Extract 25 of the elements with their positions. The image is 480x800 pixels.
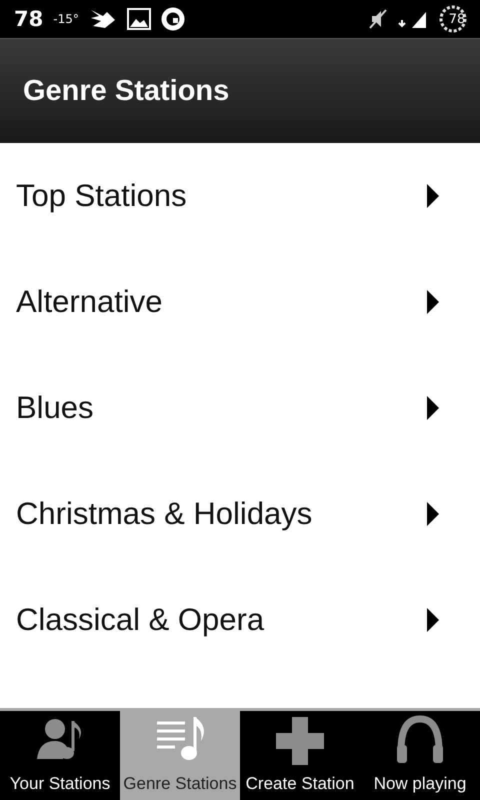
nav-tab[interactable]: Genre Stations — [120, 711, 240, 800]
chevron-icon — [426, 607, 440, 633]
genre-item[interactable]: Top Stations — [0, 143, 480, 249]
battery-gear-icon — [438, 4, 468, 34]
temperature-big: 78 — [14, 7, 44, 31]
genre-label: Blues — [16, 390, 94, 426]
chevron-icon — [426, 183, 440, 209]
genre-item[interactable]: Classical & Opera — [0, 567, 480, 673]
genre-item[interactable]: Christmas & Holidays — [0, 461, 480, 567]
plus-icon — [273, 715, 327, 765]
chevron-icon — [426, 395, 440, 421]
genre-label: Alternative — [16, 284, 162, 320]
genre-label: Top Stations — [16, 178, 187, 214]
genre-label: Christmas & Holidays — [16, 496, 312, 532]
chevron-icon — [426, 289, 440, 315]
muted-icon — [368, 8, 388, 30]
genre-item[interactable]: Blues — [0, 355, 480, 461]
circle-logo-icon — [160, 7, 185, 31]
temperature: -15° — [53, 12, 79, 26]
battery-level: 78 — [448, 12, 466, 26]
genre-label: Classical & Opera — [16, 602, 264, 638]
chevron-icon — [426, 501, 440, 527]
picture-icon — [126, 8, 151, 30]
genre-item[interactable]: Alternative — [0, 249, 480, 355]
screen-title: Genre Stations — [23, 74, 230, 108]
